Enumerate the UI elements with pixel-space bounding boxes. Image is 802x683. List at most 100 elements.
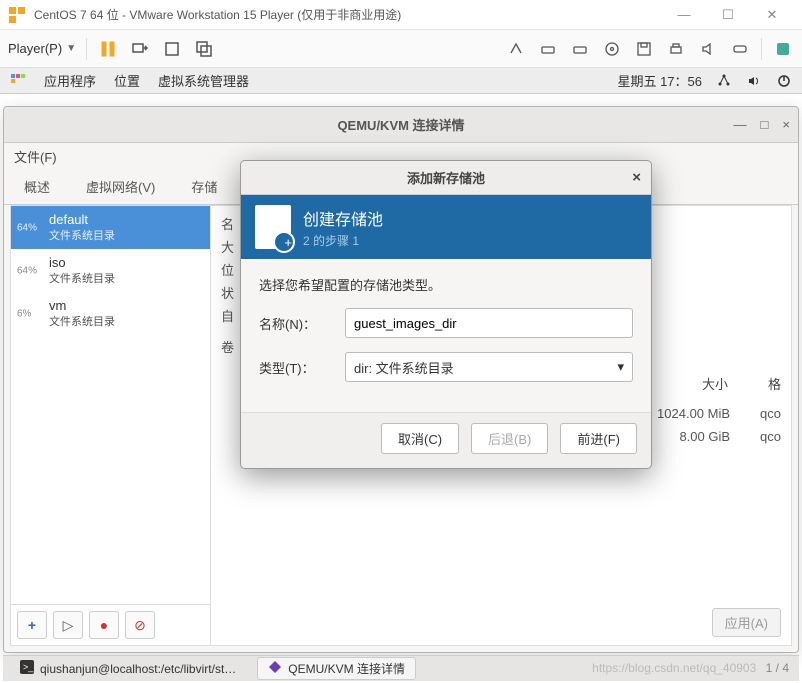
close-button[interactable]: ✕: [750, 1, 794, 29]
taskbar-qemu-label: QEMU/KVM 连接详情: [288, 660, 405, 677]
apps-menu[interactable]: 应用程序: [44, 71, 96, 90]
floppy-icon[interactable]: [633, 38, 655, 60]
start-pool-button[interactable]: ▷: [53, 611, 83, 639]
pool-name: vm: [49, 298, 202, 313]
virt-manager-icon: [268, 660, 282, 677]
vmware-title: CentOS 7 64 位 - VMware Workstation 15 Pl…: [34, 6, 662, 23]
places-menu[interactable]: 位置: [114, 71, 140, 90]
name-label: 名称(N)：: [259, 314, 333, 333]
tab-storage[interactable]: 存储: [187, 169, 221, 204]
svg-text:>_: >_: [23, 662, 34, 672]
network-icon[interactable]: [505, 38, 527, 60]
printer-icon[interactable]: [665, 38, 687, 60]
gnome-top-bar: 应用程序 位置 虚拟系统管理器 星期五 17：56: [0, 68, 802, 94]
pool-item-vm[interactable]: 6% vm 文件系统目录: [11, 292, 210, 335]
volume-table-header: 大小 格: [702, 374, 781, 393]
stop-pool-button[interactable]: ●: [89, 611, 119, 639]
qemu-titlebar: QEMU/KVM 连接详情 — □ ×: [4, 107, 798, 143]
watermark: https://blog.csdn.net/qq_40903 1 / 4: [592, 661, 789, 675]
volume-table-rows: 1024.00 MiBqco 8.00 GiBqco: [657, 402, 781, 448]
prop-big: 大: [221, 237, 235, 256]
taskbar-terminal[interactable]: >_ qiushanjun@localhost:/etc/libvirt/st…: [9, 657, 247, 680]
pool-name-input[interactable]: [345, 308, 633, 338]
apply-button[interactable]: 应用(A): [712, 608, 781, 637]
pool-name: default: [49, 212, 202, 227]
dialog-titlebar: 添加新存储池 ×: [241, 161, 651, 195]
pool-type: 文件系统目录: [49, 270, 202, 286]
dialog-close-icon[interactable]: ×: [632, 169, 641, 186]
tab-overview[interactable]: 概述: [20, 169, 54, 204]
gnome-taskbar: >_ qiushanjun@localhost:/etc/libvirt/st……: [3, 655, 799, 681]
pool-type: 文件系统目录: [49, 313, 202, 329]
prop-auto: 自: [221, 306, 235, 325]
send-keys-icon[interactable]: [129, 38, 151, 60]
add-pool-button[interactable]: +: [17, 611, 47, 639]
chevron-down-icon: ▾: [617, 359, 624, 375]
table-row[interactable]: 1024.00 MiBqco: [657, 402, 781, 425]
disk2-icon[interactable]: [569, 38, 591, 60]
cancel-button[interactable]: 取消(C): [381, 423, 459, 454]
add-storage-pool-dialog: 添加新存储池 × + 创建存储池 2 的步骤 1 选择您希望配置的存储池类型。 …: [240, 160, 652, 469]
vmware-logo-icon: [8, 6, 26, 24]
maximize-button[interactable]: ☐: [706, 1, 750, 29]
dialog-body: 选择您希望配置的存储池类型。 名称(N)： 类型(T)： dir: 文件系统目录…: [241, 259, 651, 412]
prop-name: 名: [221, 214, 235, 233]
tab-virtual-network[interactable]: 虚拟网络(V): [82, 169, 159, 204]
vmware-titlebar: CentOS 7 64 位 - VMware Workstation 15 Pl…: [0, 0, 802, 30]
window-minimize-icon[interactable]: —: [734, 117, 747, 132]
power-icon[interactable]: [776, 73, 792, 89]
vmware-toolbar: Player(P) ▼: [0, 30, 802, 68]
taskbar-qemu[interactable]: QEMU/KVM 连接详情: [257, 657, 416, 680]
storage-pool-list: 64% default 文件系统目录 64% iso 文件系统目录 6% vm …: [11, 206, 211, 645]
window-close-icon[interactable]: ×: [782, 117, 790, 132]
pool-usage-pct: 64%: [17, 265, 37, 276]
dialog-hint: 选择您希望配置的存储池类型。: [259, 275, 633, 294]
usb-icon[interactable]: [729, 38, 751, 60]
back-button[interactable]: 后退(B): [471, 423, 548, 454]
pool-usage-pct: 6%: [17, 308, 31, 319]
sound-icon[interactable]: [697, 38, 719, 60]
caret-down-icon: ▼: [66, 43, 76, 54]
player-menu-label: Player(P): [8, 41, 62, 56]
pool-type: 文件系统目录: [49, 227, 202, 243]
vm-manager-menu[interactable]: 虚拟系统管理器: [158, 71, 249, 90]
dialog-step: 2 的步骤 1: [303, 232, 383, 249]
prop-state: 状: [221, 283, 235, 302]
pool-toolbar: + ▷ ● ⊘: [11, 604, 210, 645]
dialog-footer: 取消(C) 后退(B) 前进(F): [241, 412, 651, 468]
taskbar-terminal-label: qiushanjun@localhost:/etc/libvirt/st…: [40, 662, 236, 676]
col-size: 大小: [702, 374, 728, 393]
cdrom-icon[interactable]: [601, 38, 623, 60]
table-row[interactable]: 8.00 GiBqco: [657, 425, 781, 448]
unity-icon[interactable]: [193, 38, 215, 60]
minimize-button[interactable]: —: [662, 1, 706, 29]
pause-icon[interactable]: [97, 38, 119, 60]
clock[interactable]: 星期五 17：56: [617, 71, 702, 90]
tools-icon[interactable]: [772, 38, 794, 60]
disk1-icon[interactable]: [537, 38, 559, 60]
pool-usage-pct: 64%: [17, 222, 37, 233]
col-format: 格: [768, 374, 781, 393]
volume-icon[interactable]: [746, 73, 762, 89]
dropdown-value: dir: 文件系统目录: [354, 358, 454, 377]
separator: [761, 38, 762, 60]
terminal-icon: >_: [20, 660, 34, 677]
dialog-header: + 创建存储池 2 的步骤 1: [241, 195, 651, 259]
player-menu[interactable]: Player(P) ▼: [8, 41, 76, 56]
dialog-title: 添加新存储池: [407, 168, 485, 187]
fullscreen-enter-icon[interactable]: [161, 38, 183, 60]
pool-item-iso[interactable]: 64% iso 文件系统目录: [11, 249, 210, 292]
pool-type-dropdown[interactable]: dir: 文件系统目录 ▾: [345, 352, 633, 382]
pool-name: iso: [49, 255, 202, 270]
delete-pool-button[interactable]: ⊘: [125, 611, 155, 639]
separator: [86, 38, 87, 60]
pool-item-default[interactable]: 64% default 文件系统目录: [11, 206, 210, 249]
window-maximize-icon[interactable]: □: [761, 117, 769, 132]
forward-button[interactable]: 前进(F): [560, 423, 637, 454]
type-label: 类型(T)：: [259, 358, 333, 377]
apps-icon: [10, 73, 26, 89]
storage-pool-icon: +: [255, 205, 291, 249]
qemu-title-text: QEMU/KVM 连接详情: [337, 115, 464, 134]
network-status-icon[interactable]: [716, 73, 732, 89]
prop-vol: 卷: [221, 337, 235, 356]
